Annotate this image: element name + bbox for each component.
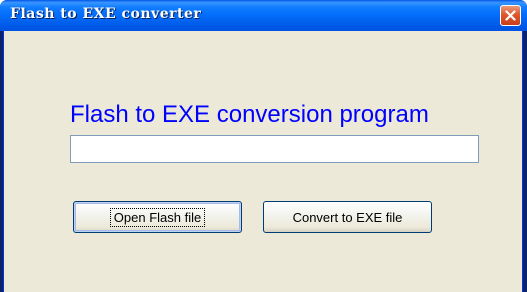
window-title: Flash to EXE converter — [10, 6, 202, 22]
file-path-input[interactable] — [70, 135, 479, 163]
convert-to-exe-label: Convert to EXE file — [292, 209, 403, 225]
close-icon — [505, 10, 516, 21]
open-flash-file-label: Open Flash file — [109, 207, 206, 227]
app-window: Flash to EXE converter Flash to EXE conv… — [0, 0, 527, 292]
dialog-body: Flash to EXE conversion program Open Fla… — [3, 31, 523, 292]
open-flash-file-button[interactable]: Open Flash file — [73, 201, 242, 233]
close-button[interactable] — [500, 5, 521, 26]
convert-to-exe-button[interactable]: Convert to EXE file — [263, 201, 432, 233]
program-heading: Flash to EXE conversion program — [70, 101, 429, 128]
title-bar[interactable]: Flash to EXE converter — [0, 0, 527, 31]
